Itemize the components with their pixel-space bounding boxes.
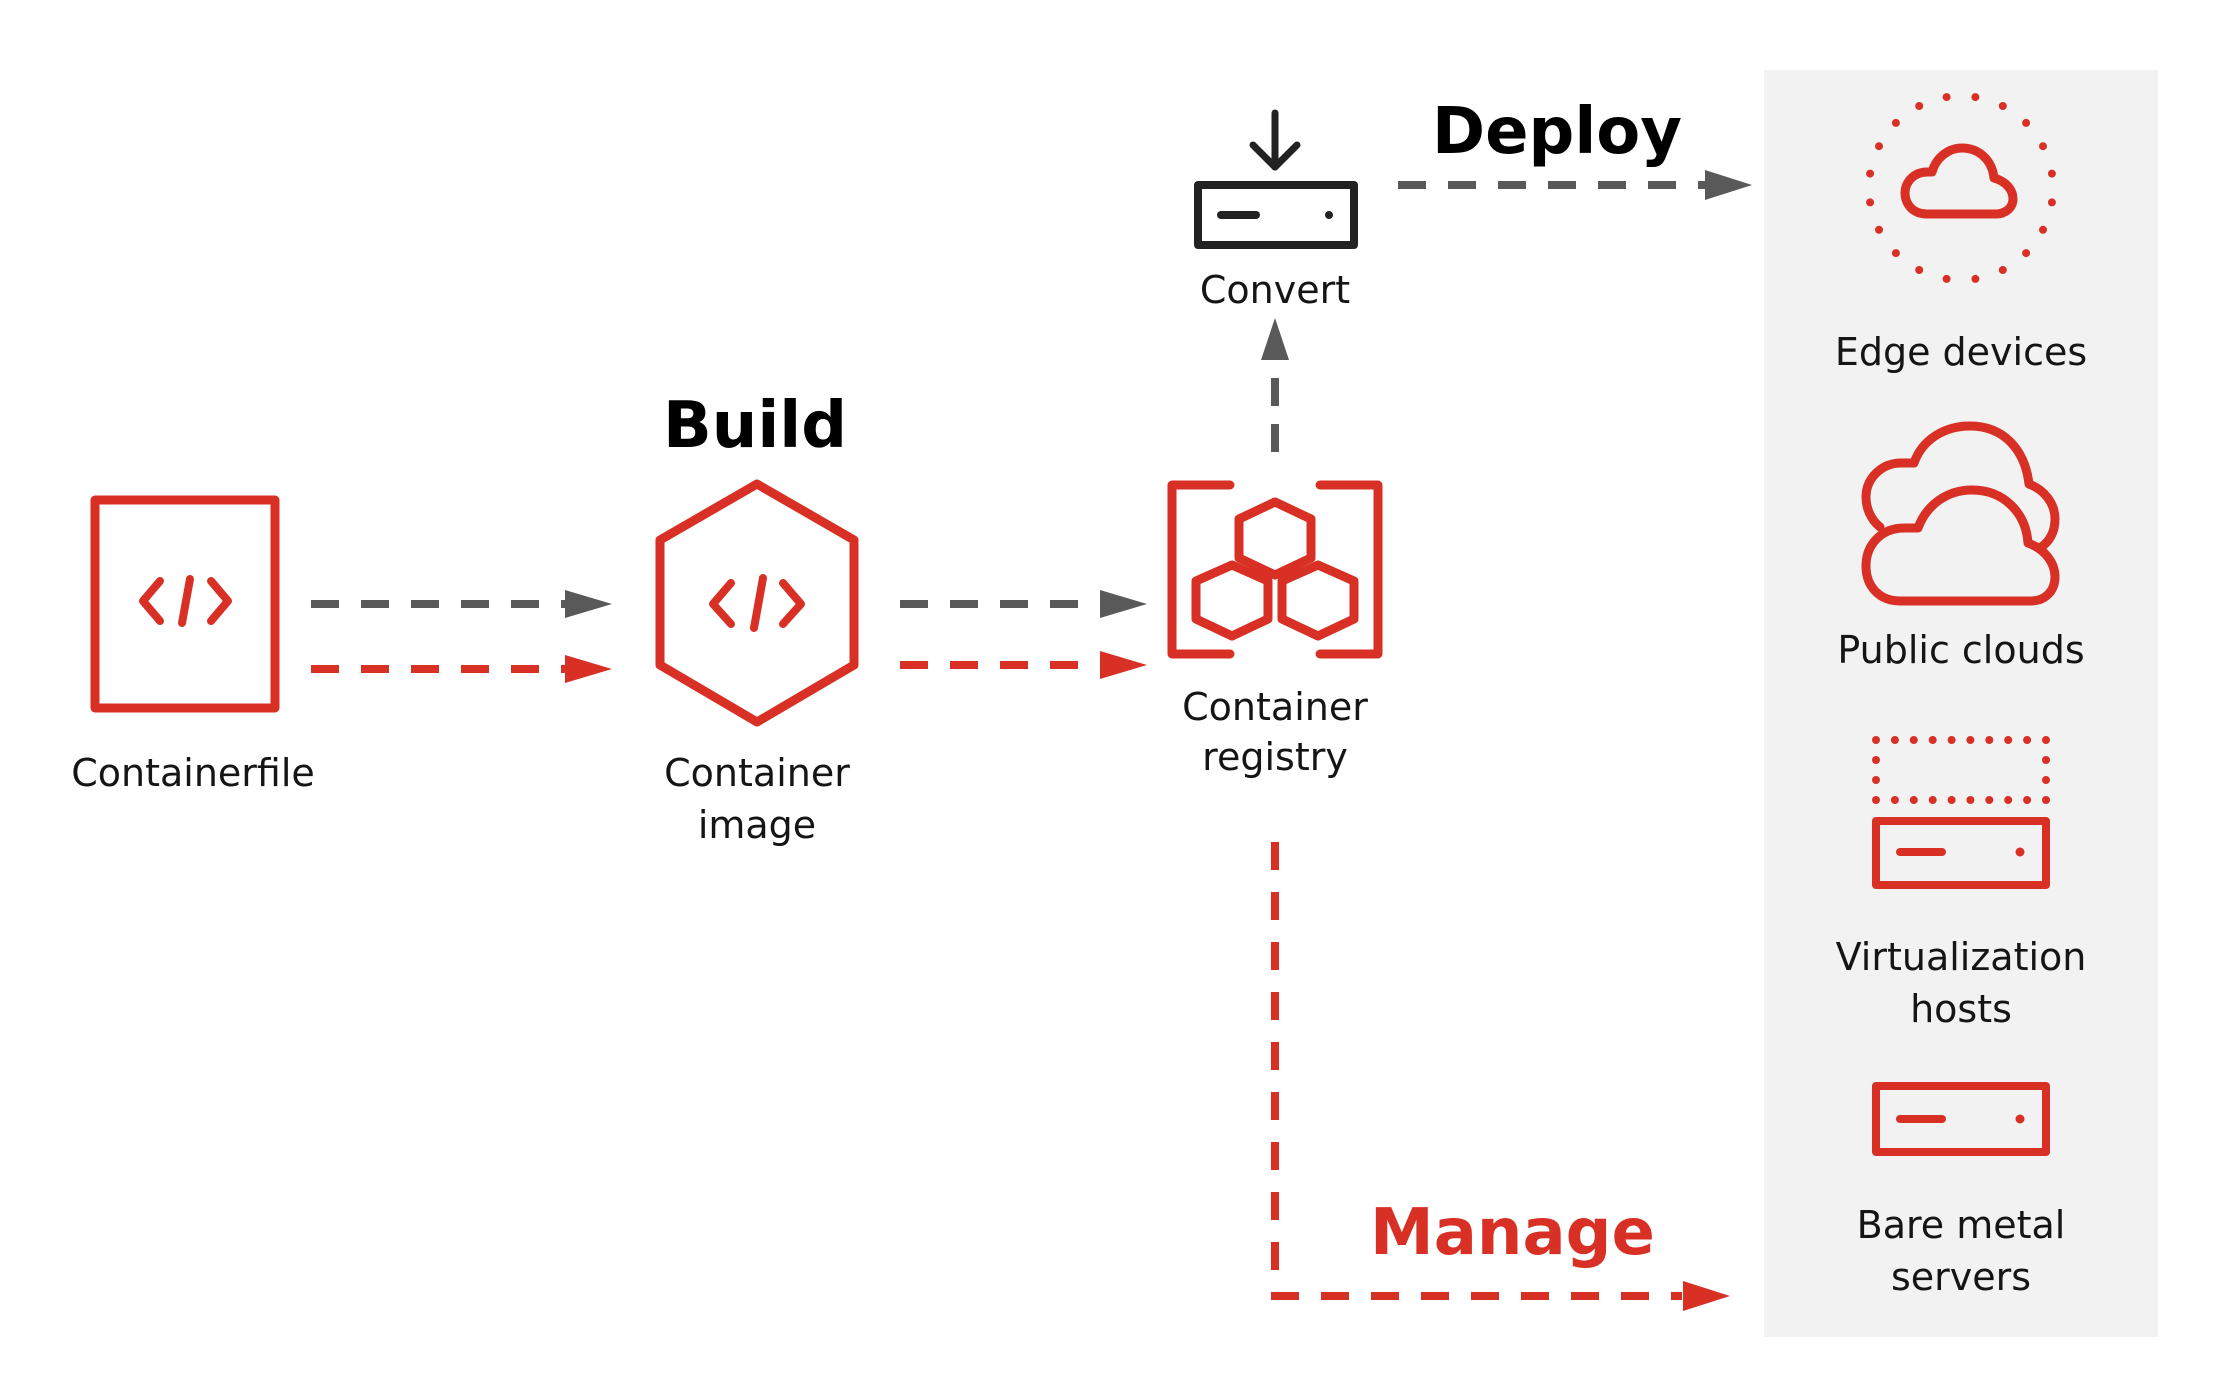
virtual-frame-dot (1985, 796, 1994, 804)
containerfile-label: Containerfile (71, 751, 315, 795)
arrow-convert-to-targets-deploy (1398, 170, 1752, 200)
virtual-frame-dot (1985, 736, 1994, 744)
virtual-frame-dot (1947, 736, 1956, 744)
edge-ring-dot (1891, 118, 1900, 127)
edge-ring-dot (1942, 93, 1951, 102)
virtual-frame-dot (1928, 736, 1937, 744)
edge-ring-dot (1866, 198, 1875, 207)
containerfile-node[interactable]: Containerfile (71, 495, 315, 795)
convert-node[interactable]: Convert (1194, 109, 1358, 312)
virtual-frame-dot (1890, 796, 1899, 804)
edge-ring-dot (1891, 249, 1900, 258)
stage-manage-label: Manage (1370, 1196, 1655, 1270)
edge-ring-dot (2022, 118, 2031, 127)
edge-ring-dot (1915, 102, 1924, 110)
target-label-virtualization-line2: hosts (1910, 987, 2012, 1031)
edge-ring-dot (1875, 142, 1883, 151)
virtual-frame-dot (1909, 736, 1918, 744)
virtual-frame-dot (1909, 796, 1918, 804)
edge-ring-dot (2047, 198, 2056, 207)
edge-ring-dot (2039, 142, 2047, 151)
edge-ring-dot (1875, 225, 1883, 234)
arrow-image-to-registry-gray (900, 590, 1147, 618)
arrow-containerfile-to-image-red (311, 655, 612, 683)
convert-label: Convert (1200, 268, 1350, 312)
target-label-bare-metal-line2: servers (1891, 1255, 2031, 1299)
virtual-frame-dot (2004, 736, 2013, 744)
edge-ring-dot (1998, 102, 2007, 110)
container-image-node[interactable]: Container image (655, 479, 859, 847)
virtual-frame-dot (2042, 736, 2050, 744)
virtual-frame-dot (2042, 796, 2050, 804)
edge-ring-dot (1866, 169, 1875, 178)
edge-ring-dot (1942, 274, 1951, 283)
workflow-diagram: Containerfile Build Container image Cont… (71, 70, 2158, 1337)
virtual-frame-dot (1872, 756, 1880, 764)
virtual-frame-dot (2042, 776, 2050, 784)
stage-build-label: Build (663, 389, 847, 463)
virtual-frame-dot (2042, 756, 2050, 764)
virtual-frame-dot (1872, 736, 1880, 744)
virtual-frame-dot (1872, 776, 1880, 784)
edge-ring-dot (2047, 169, 2056, 178)
container-registry-label-line1: Container (1182, 685, 1368, 729)
container-registry-label-line2: registry (1202, 735, 1348, 779)
arrow-image-to-registry-red (900, 651, 1147, 679)
download-server-icon (1194, 109, 1358, 249)
target-label-virtualization-line1: Virtualization (1836, 935, 2087, 979)
virtual-frame-dot (2023, 796, 2032, 804)
target-label-public-clouds: Public clouds (1837, 628, 2084, 672)
arrow-registry-to-convert (1261, 318, 1289, 452)
edge-ring-dot (1971, 93, 1980, 102)
targets-panel (1764, 70, 2158, 1337)
stage-deploy-label: Deploy (1432, 95, 1682, 169)
virtual-frame-dot (1872, 796, 1880, 804)
container-image-label-line2: image (698, 803, 816, 847)
edge-ring-dot (2039, 225, 2047, 234)
registry-hexagons-icon (1167, 480, 1383, 659)
target-label-bare-metal-line1: Bare metal (1857, 1203, 2066, 1247)
virtual-frame-dot (1966, 736, 1975, 744)
edge-ring-dot (1915, 266, 1924, 274)
code-file-icon (90, 495, 280, 713)
code-hexagon-icon (655, 479, 859, 727)
virtual-frame-dot (1947, 796, 1956, 804)
edge-ring-dot (2022, 249, 2031, 258)
container-registry-node[interactable]: Container registry (1167, 480, 1383, 779)
virtual-frame-dot (1890, 736, 1899, 744)
container-image-label-line1: Container (664, 751, 850, 795)
virtual-frame-dot (2004, 796, 2013, 804)
arrow-containerfile-to-image-gray (311, 590, 612, 618)
edge-ring-dot (1971, 274, 1980, 283)
virtual-frame-dot (1928, 796, 1937, 804)
virtual-frame-dot (2023, 736, 2032, 744)
virtual-frame-dot (1966, 796, 1975, 804)
target-label-edge-devices: Edge devices (1835, 330, 2087, 374)
edge-ring-dot (1998, 266, 2007, 274)
